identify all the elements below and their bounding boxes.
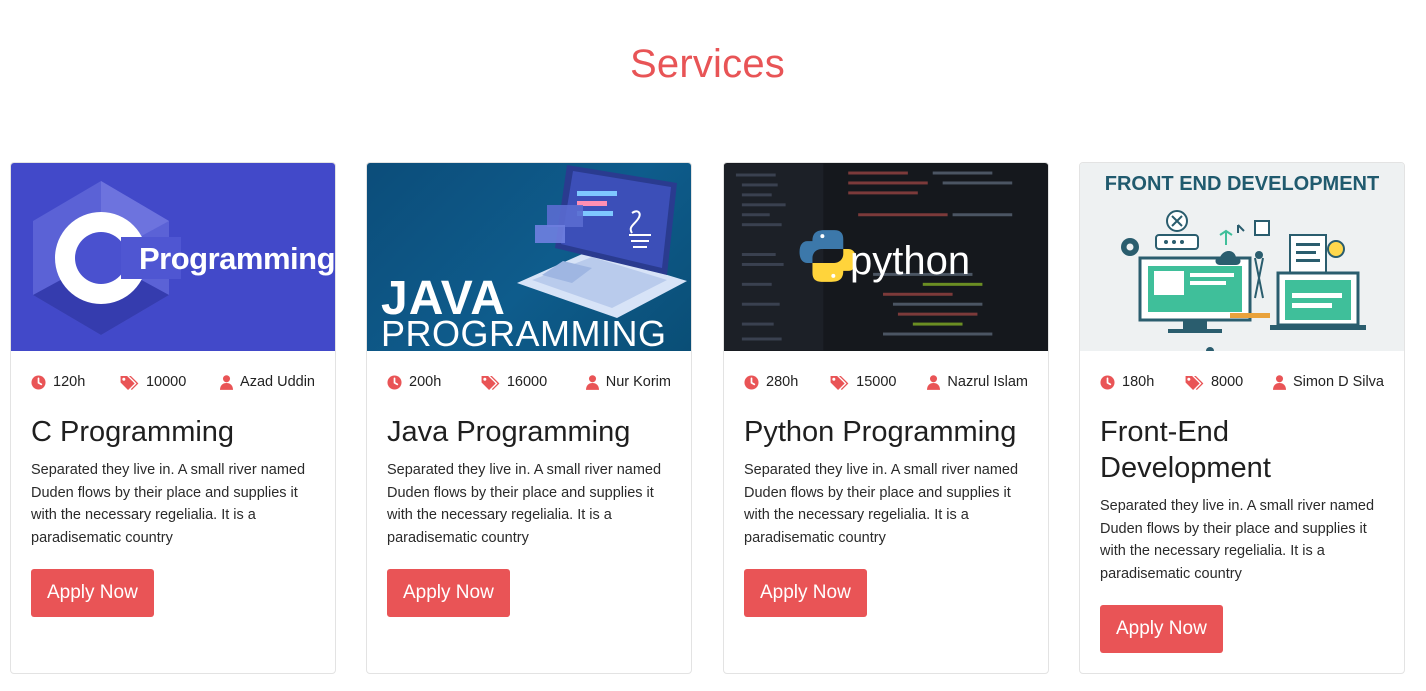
apply-now-button[interactable]: Apply Now xyxy=(744,568,867,617)
clock-icon xyxy=(1100,374,1115,390)
tags-icon xyxy=(1185,375,1204,390)
duration-value: 280h xyxy=(766,374,799,390)
duration-value: 200h xyxy=(409,374,442,390)
instructor-name: Azad Uddin xyxy=(240,374,315,390)
card-title: Java Programming xyxy=(387,416,631,448)
price-value: 10000 xyxy=(145,374,187,390)
user-icon xyxy=(927,374,941,390)
instructor: Nazrul Islam xyxy=(927,374,1028,390)
instructor-name: Nazrul Islam xyxy=(947,374,1028,390)
clock-icon xyxy=(387,374,402,390)
instructor: Simon D Silva xyxy=(1272,374,1384,390)
duration-value: 180h xyxy=(1122,374,1155,390)
price: 16000 xyxy=(480,374,547,390)
card-meta: 120h 10000 Azad Uddin xyxy=(11,371,335,393)
card-description: Separated they live in. A small river na… xyxy=(1100,498,1375,583)
apply-now-button[interactable]: Apply Now xyxy=(387,568,510,617)
instructor-name: Nur Korim xyxy=(605,374,671,390)
service-card-java: JAVA PROGRAMMING 200h 16000 Nur Korim Ja… xyxy=(366,162,692,674)
duration: 280h xyxy=(744,374,798,390)
python-programming-image: python xyxy=(724,163,1048,351)
card-description: Separated they live in. A small river na… xyxy=(31,462,306,547)
user-icon xyxy=(585,374,599,390)
duration: 200h xyxy=(387,374,441,390)
java-programming-image: JAVA PROGRAMMING xyxy=(367,163,691,351)
tags-icon xyxy=(481,375,500,390)
service-card-python: python 280h 15000 Nazrul Islam Python Pr… xyxy=(723,162,1049,674)
instructor: Azad Uddin xyxy=(220,374,315,390)
apply-now-button[interactable]: Apply Now xyxy=(31,568,154,617)
price: 15000 xyxy=(829,374,897,390)
price-value: 15000 xyxy=(856,374,897,390)
tags-icon xyxy=(830,375,849,390)
card-meta: 200h 16000 Nur Korim xyxy=(367,371,691,393)
section-title: Services xyxy=(630,42,785,86)
service-card-frontend: FRONT END DEVELOPMENT 180h 8000 Simon D … xyxy=(1079,162,1405,674)
java-image-subtitle: PROGRAMMING xyxy=(381,313,667,351)
frontend-development-image: FRONT END DEVELOPMENT xyxy=(1080,163,1404,351)
card-title: Front-End Development xyxy=(1100,416,1271,484)
card-description: Separated they live in. A small river na… xyxy=(744,462,1019,547)
clock-icon xyxy=(31,374,46,390)
user-icon xyxy=(1272,374,1286,390)
price: 10000 xyxy=(119,374,186,390)
frontend-illustration xyxy=(1121,210,1366,351)
card-meta: 180h 8000 Simon D Silva xyxy=(1080,371,1404,393)
clock-icon xyxy=(744,374,759,390)
c-image-title: Programming xyxy=(139,241,335,276)
instructor: Nur Korim xyxy=(585,374,671,390)
services-cards: Programming 120h 10000 Azad Uddin C Prog… xyxy=(10,162,1406,674)
price-value: 8000 xyxy=(1210,374,1244,390)
duration-value: 120h xyxy=(53,374,86,390)
card-title: C Programming xyxy=(31,416,235,448)
python-image-title: python xyxy=(850,239,971,283)
service-card-c: Programming 120h 10000 Azad Uddin C Prog… xyxy=(10,162,336,674)
price-value: 16000 xyxy=(506,374,548,390)
duration: 180h xyxy=(1100,374,1154,390)
user-icon xyxy=(220,374,234,390)
apply-now-button[interactable]: Apply Now xyxy=(1100,604,1223,653)
duration: 120h xyxy=(31,374,85,390)
c-programming-image: Programming xyxy=(11,163,335,351)
card-title: Python Programming xyxy=(744,416,1017,448)
instructor-name: Simon D Silva xyxy=(1292,374,1384,390)
tags-icon xyxy=(120,375,139,390)
card-description: Separated they live in. A small river na… xyxy=(387,462,662,547)
card-meta: 280h 15000 Nazrul Islam xyxy=(724,371,1048,393)
price: 8000 xyxy=(1184,374,1243,390)
